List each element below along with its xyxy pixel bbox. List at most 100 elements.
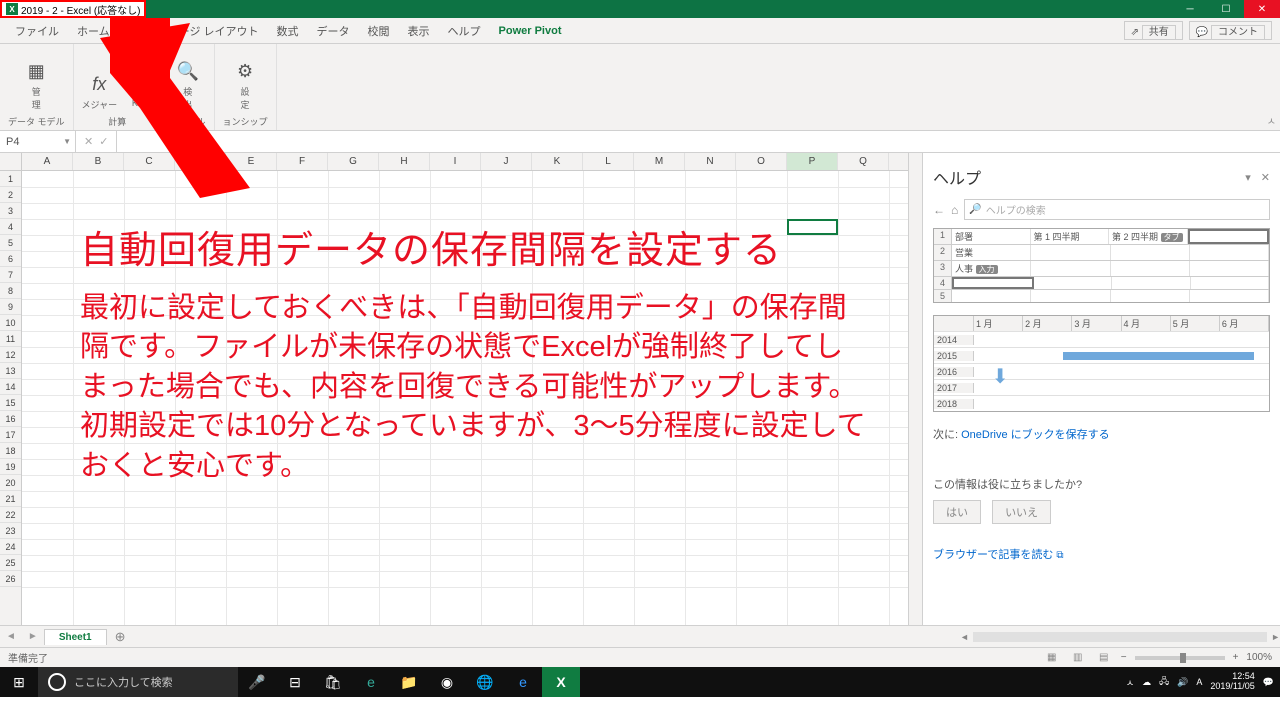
- tab-data[interactable]: データ: [308, 18, 359, 43]
- active-cell[interactable]: [787, 219, 838, 235]
- col-header[interactable]: A: [22, 153, 73, 170]
- confirm-icon[interactable]: ✓: [99, 135, 108, 148]
- tray-network-icon[interactable]: 🖧: [1159, 674, 1169, 690]
- cancel-icon[interactable]: ✕: [84, 135, 93, 148]
- row-header[interactable]: 22: [0, 507, 21, 523]
- measure-button[interactable]: fx メジャー: [82, 70, 118, 111]
- zoom-slider[interactable]: [1135, 656, 1225, 660]
- tab-view[interactable]: 表示: [399, 18, 439, 43]
- sheet-next-icon[interactable]: ►: [22, 631, 44, 642]
- explorer-icon[interactable]: 📁: [390, 667, 428, 697]
- col-header[interactable]: J: [481, 153, 532, 170]
- tab-page-layout[interactable]: ページ レイアウト: [159, 18, 268, 43]
- row-header[interactable]: 7: [0, 267, 21, 283]
- col-header[interactable]: C: [124, 153, 175, 170]
- row-header[interactable]: 20: [0, 475, 21, 491]
- notification-icon[interactable]: 💬: [1263, 677, 1274, 688]
- share-button[interactable]: ⇗ 共有: [1124, 21, 1183, 40]
- col-header[interactable]: I: [430, 153, 481, 170]
- tab-review[interactable]: 校閲: [359, 18, 399, 43]
- row-header[interactable]: 6: [0, 251, 21, 267]
- col-header[interactable]: N: [685, 153, 736, 170]
- add-sheet-button[interactable]: ⊕: [107, 629, 134, 645]
- row-header[interactable]: 23: [0, 523, 21, 539]
- tab-file[interactable]: ファイル: [6, 18, 68, 43]
- view-break-icon[interactable]: ▤: [1095, 652, 1113, 663]
- row-header[interactable]: 3: [0, 203, 21, 219]
- tray-up-icon[interactable]: ㅅ: [1126, 676, 1134, 689]
- tab-power-pivot[interactable]: Power Pivot: [490, 18, 571, 43]
- row-header[interactable]: 4: [0, 219, 21, 235]
- col-header[interactable]: F: [277, 153, 328, 170]
- row-header[interactable]: 10: [0, 315, 21, 331]
- col-header[interactable]: E: [226, 153, 277, 170]
- row-header[interactable]: 17: [0, 427, 21, 443]
- col-header[interactable]: O: [736, 153, 787, 170]
- taskbar-search[interactable]: ここに入力して検索: [38, 667, 238, 697]
- row-header[interactable]: 12: [0, 347, 21, 363]
- row-header[interactable]: 11: [0, 331, 21, 347]
- edge-icon[interactable]: e: [352, 667, 390, 697]
- mic-icon[interactable]: 🎤: [238, 667, 276, 697]
- zoom-out-button[interactable]: −: [1121, 652, 1127, 663]
- help-home-icon[interactable]: ⌂: [951, 203, 958, 217]
- row-header[interactable]: 13: [0, 363, 21, 379]
- feedback-no-button[interactable]: いいえ: [992, 500, 1051, 524]
- collapse-ribbon-button[interactable]: ㅅ: [1267, 113, 1276, 128]
- col-header[interactable]: D: [175, 153, 226, 170]
- manage-button[interactable]: ▦ 管 理: [22, 57, 50, 111]
- excel-taskbar-icon[interactable]: X: [542, 667, 580, 697]
- sheet-prev-icon[interactable]: ◄: [0, 631, 22, 642]
- row-header[interactable]: 9: [0, 299, 21, 315]
- kpi-button[interactable]: ◧ KPI: [125, 70, 153, 111]
- col-header[interactable]: P: [787, 153, 838, 170]
- col-header[interactable]: B: [73, 153, 124, 170]
- store-icon[interactable]: 🛍: [314, 667, 352, 697]
- horizontal-scrollbar[interactable]: ◄►: [960, 631, 1280, 643]
- row-header[interactable]: 8: [0, 283, 21, 299]
- tray-volume-icon[interactable]: 🔊: [1177, 677, 1188, 688]
- help-back-icon[interactable]: ←: [933, 203, 945, 217]
- name-box[interactable]: P4▼: [0, 131, 76, 152]
- col-header[interactable]: H: [379, 153, 430, 170]
- comment-button[interactable]: 💬 コメント: [1189, 21, 1272, 40]
- feedback-yes-button[interactable]: はい: [933, 500, 981, 524]
- row-header[interactable]: 25: [0, 555, 21, 571]
- zoom-in-button[interactable]: +: [1233, 652, 1239, 663]
- col-header[interactable]: Q: [838, 153, 889, 170]
- cell-grid[interactable]: 自動回復用データの保存間隔を設定する 最初に設定しておくべきは、「自動回復用デー…: [22, 171, 908, 625]
- tray-ime-icon[interactable]: A: [1196, 677, 1202, 687]
- detect-button[interactable]: 🔍 検 出: [174, 57, 202, 111]
- maximize-button[interactable]: ☐: [1208, 0, 1244, 18]
- tab-home[interactable]: ホーム: [68, 18, 119, 43]
- tab-formulas[interactable]: 数式: [268, 18, 308, 43]
- col-header[interactable]: M: [634, 153, 685, 170]
- taskbar-clock[interactable]: 12:542019/11/05: [1210, 672, 1254, 692]
- col-header[interactable]: K: [532, 153, 583, 170]
- ie-icon[interactable]: e: [504, 667, 542, 697]
- minimize-button[interactable]: ─: [1172, 0, 1208, 18]
- select-all-cell[interactable]: [0, 153, 22, 170]
- tray-cloud-icon[interactable]: ☁: [1142, 677, 1151, 688]
- row-header[interactable]: 19: [0, 459, 21, 475]
- tab-insert[interactable]: 挿入: [119, 18, 159, 43]
- open-in-browser-link[interactable]: ブラウザーで記事を読む ⧉: [933, 546, 1270, 562]
- next-link[interactable]: OneDrive にブックを保存する: [961, 429, 1110, 441]
- tab-help[interactable]: ヘルプ: [439, 18, 490, 43]
- settings-button[interactable]: ⚙ 設 定: [231, 57, 259, 111]
- row-header[interactable]: 14: [0, 379, 21, 395]
- row-header[interactable]: 26: [0, 571, 21, 587]
- vertical-scrollbar[interactable]: [908, 153, 922, 625]
- view-page-icon[interactable]: ▥: [1069, 652, 1087, 663]
- view-normal-icon[interactable]: ▦: [1043, 652, 1061, 663]
- sheet-tab-1[interactable]: Sheet1: [44, 629, 107, 645]
- row-header[interactable]: 5: [0, 235, 21, 251]
- close-help-icon[interactable]: ✕: [1261, 171, 1270, 184]
- col-header[interactable]: G: [328, 153, 379, 170]
- start-button[interactable]: ⊞: [0, 667, 38, 697]
- row-header[interactable]: 18: [0, 443, 21, 459]
- task-view-icon[interactable]: ⊟: [276, 667, 314, 697]
- help-search-input[interactable]: 🔎 ヘルプの検索: [964, 199, 1270, 220]
- close-button[interactable]: ✕: [1244, 0, 1280, 18]
- row-header[interactable]: 16: [0, 411, 21, 427]
